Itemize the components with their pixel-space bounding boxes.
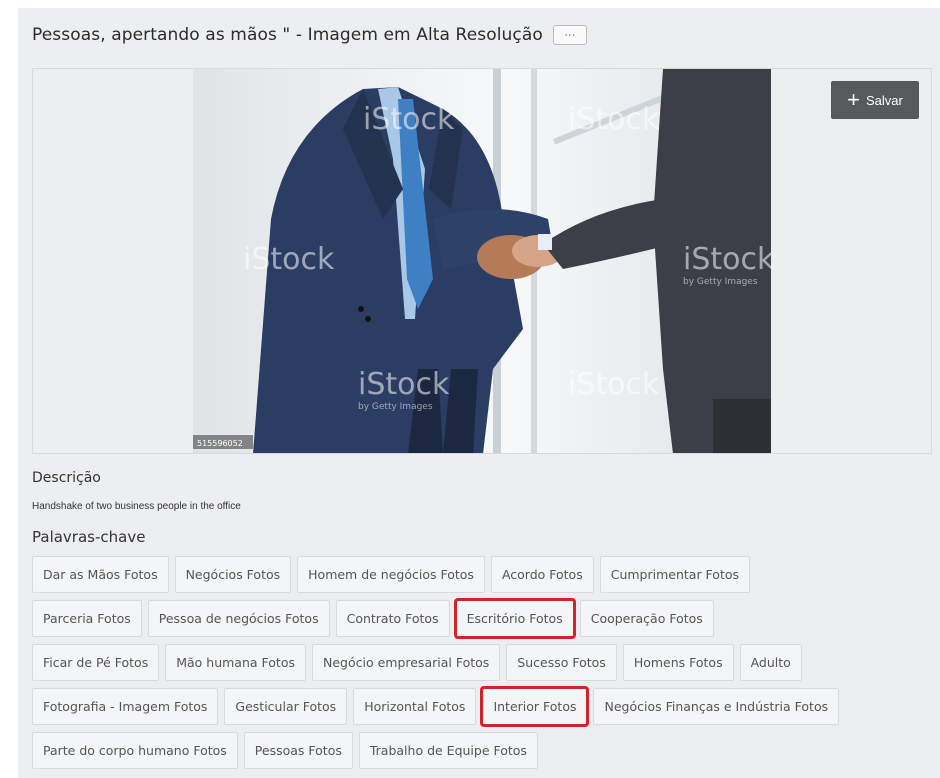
- keyword-tag-list: Dar as Mãos Fotos Negócios Fotos Homem de …: [32, 556, 932, 776]
- image-detail-panel: Pessoas, apertando as mãos " - Imagem em…: [18, 8, 940, 778]
- keyword-tag[interactable]: Homens Fotos: [622, 644, 734, 681]
- watermark-text: iStock: [568, 102, 660, 137]
- watermark-text: iStock: [243, 242, 335, 277]
- watermark-subtext: by Getty Images: [683, 277, 758, 287]
- more-options-button[interactable]: ···: [552, 25, 587, 45]
- keywords-heading: Palavras-chave: [32, 528, 146, 546]
- keyword-tag[interactable]: Fotografia - Imagem Fotos: [32, 688, 219, 725]
- keyword-tag-row: Fotografia - Imagem Fotos Gesticular Foto…: [32, 686, 932, 727]
- keyword-tag[interactable]: Pessoa de negócios Fotos: [147, 600, 330, 637]
- plus-icon: +: [847, 87, 860, 112]
- stock-id-label: 515596052: [197, 439, 243, 448]
- keyword-tag[interactable]: Gesticular Fotos: [224, 688, 348, 725]
- keyword-tag[interactable]: Horizontal Fotos: [353, 688, 477, 725]
- handshake-illustration: iStock iStock iStock iStock iStock iStoc…: [193, 69, 771, 453]
- watermark-text: iStock: [363, 102, 455, 137]
- keyword-tag[interactable]: Dar as Mãos Fotos: [32, 556, 169, 593]
- keyword-tag[interactable]: Mão humana Fotos: [165, 644, 306, 681]
- keyword-tag[interactable]: Sucesso Fotos: [506, 644, 617, 681]
- keyword-tag[interactable]: Interior Fotos: [480, 686, 590, 727]
- keyword-tag[interactable]: Parte do corpo humano Fotos: [32, 732, 238, 769]
- keyword-tag[interactable]: Cumprimentar Fotos: [599, 556, 751, 593]
- save-label: Salvar: [866, 92, 903, 108]
- save-button[interactable]: + Salvar: [831, 81, 919, 119]
- handshake-photo[interactable]: iStock iStock iStock iStock iStock iStoc…: [193, 69, 771, 453]
- keyword-tag[interactable]: Homem de negócios Fotos: [297, 556, 485, 593]
- keyword-tag[interactable]: Parceria Fotos: [32, 600, 142, 637]
- keyword-tag[interactable]: Cooperação Fotos: [579, 600, 714, 637]
- keyword-tag[interactable]: Trabalho de Equipe Fotos: [358, 732, 538, 769]
- keyword-tag[interactable]: Ficar de Pé Fotos: [32, 644, 160, 681]
- keyword-tag[interactable]: Adulto: [739, 644, 802, 681]
- keyword-tag[interactable]: Negócio empresarial Fotos: [311, 644, 501, 681]
- keyword-tag[interactable]: Escritório Fotos: [453, 598, 576, 639]
- watermark-text: iStock: [568, 367, 660, 402]
- keyword-tag-row: Dar as Mãos Fotos Negócios Fotos Homem de …: [32, 556, 932, 593]
- keyword-tag-row: Parte do corpo humano Fotos Pessoas Fotos…: [32, 732, 932, 769]
- keyword-tag[interactable]: Negócios Finanças e Indústria Fotos: [593, 688, 840, 725]
- keyword-tag-row: Ficar de Pé Fotos Mão humana Fotos Negócio…: [32, 644, 932, 681]
- keyword-tag[interactable]: Contrato Fotos: [335, 600, 450, 637]
- watermark-text: iStock: [683, 242, 771, 277]
- keyword-tag[interactable]: Negócios Fotos: [174, 556, 292, 593]
- title-row: Pessoas, apertando as mãos " - Imagem em…: [32, 22, 587, 48]
- image-viewer: iStock iStock iStock iStock iStock iStoc…: [32, 68, 932, 454]
- keyword-tag[interactable]: Pessoas Fotos: [243, 732, 353, 769]
- watermark-subtext: by Getty Images: [358, 402, 433, 412]
- page-title: Pessoas, apertando as mãos " - Imagem em…: [32, 25, 543, 45]
- watermark-text: iStock: [358, 367, 450, 402]
- keyword-tag[interactable]: Acordo Fotos: [490, 556, 594, 593]
- keyword-tag-row: Parceria Fotos Pessoa de negócios Fotos Co…: [32, 598, 932, 639]
- description-text: Handshake of two business people in the …: [32, 501, 241, 512]
- description-heading: Descrição: [32, 470, 101, 486]
